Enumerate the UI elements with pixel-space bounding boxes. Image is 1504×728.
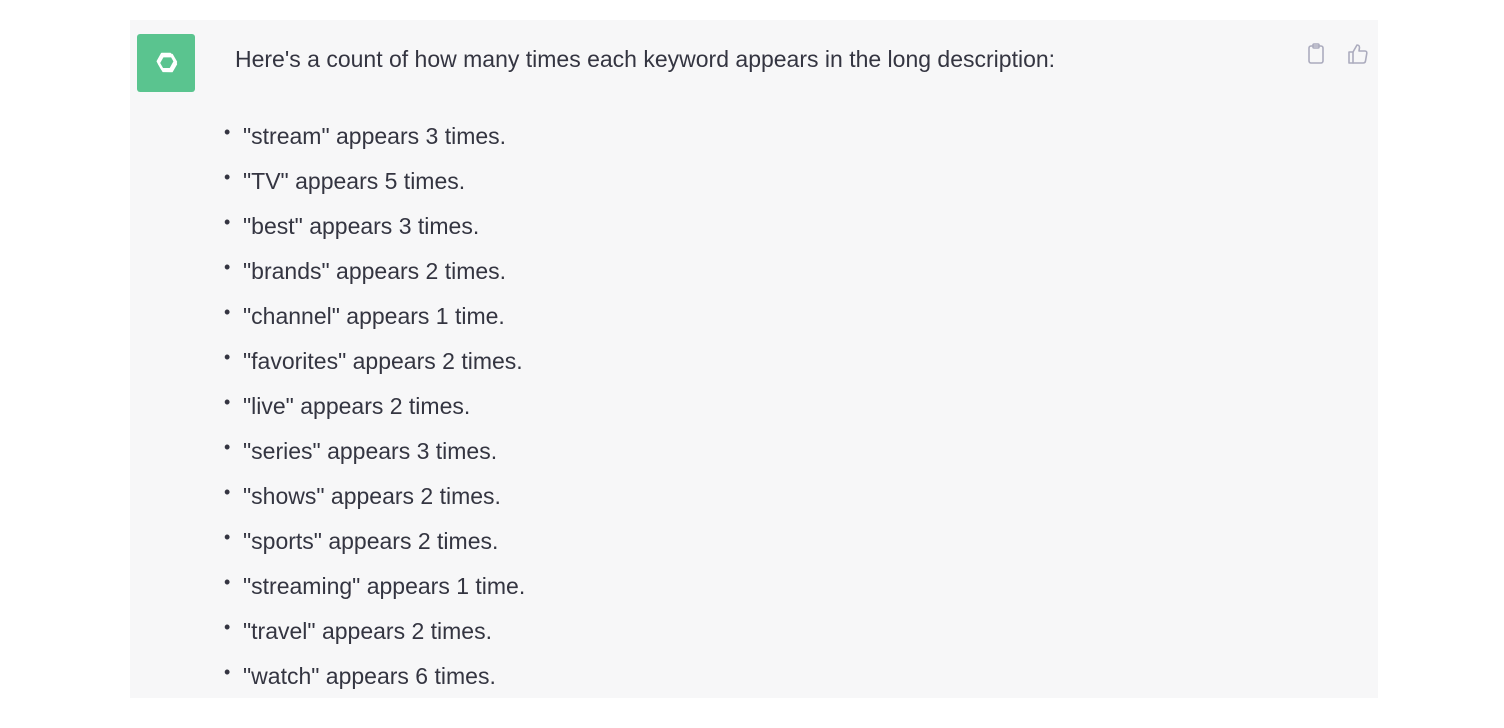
list-item: • "watch" appears 6 times. [224, 662, 496, 689]
bullet-icon: • [224, 437, 231, 457]
list-item: • "streaming" appears 1 time. [224, 572, 526, 599]
message-intro: Here's a count of how many times each ke… [235, 46, 1056, 72]
list-item: • "best" appears 3 times. [224, 212, 480, 239]
list-item: • "brands" appears 2 times. [224, 257, 507, 284]
bullet-icon: • [224, 662, 231, 682]
keyword-count-list: • "stream" appears 3 times. • "TV" appears… [224, 121, 526, 706]
list-item: • "shows" appears 2 times. [224, 482, 501, 509]
assistant-message: Here's a count of how many times each ke… [130, 20, 1378, 698]
bullet-icon: • [224, 392, 231, 412]
openai-logo-icon [156, 52, 178, 73]
message-actions [1302, 40, 1372, 68]
bullet-icon: • [224, 257, 231, 277]
bullet-icon: • [224, 347, 231, 367]
list-item: • "channel" appears 1 time. [224, 302, 505, 329]
copy-button[interactable] [1302, 40, 1330, 68]
thumbs-up-icon [1348, 44, 1368, 64]
bullet-icon: • [224, 167, 231, 187]
clipboard-icon [1308, 43, 1324, 64]
list-item: • "travel" appears 2 times. [224, 617, 492, 644]
list-item: • "sports" appears 2 times. [224, 527, 499, 554]
list-item: • "series" appears 3 times. [224, 437, 498, 464]
thumbs-up-button[interactable] [1344, 40, 1372, 68]
list-item: • "favorites" appears 2 times. [224, 347, 523, 374]
bullet-icon: • [224, 122, 231, 142]
bullet-icon: • [224, 572, 231, 592]
bullet-icon: • [224, 212, 231, 232]
assistant-avatar [137, 34, 195, 92]
bullet-icon: • [224, 302, 231, 322]
list-item: • "TV" appears 5 times. [224, 167, 466, 194]
bullet-icon: • [224, 617, 231, 637]
list-item: • "live" appears 2 times. [224, 392, 471, 419]
bullet-icon: • [224, 482, 231, 502]
bullet-icon: • [224, 527, 231, 547]
list-item: • "stream" appears 3 times. [224, 122, 507, 149]
